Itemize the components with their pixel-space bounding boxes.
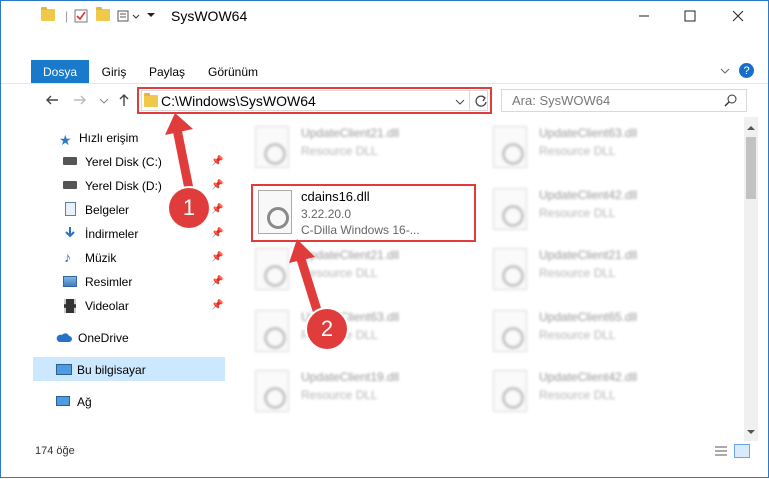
callout-badge-1: 1 <box>169 188 209 228</box>
callout-arrows <box>165 113 326 325</box>
explorer-window: | SysWOW64 Dosya Giriş Paylaş Görünüm ? <box>0 0 769 478</box>
callout-badge-2: 2 <box>307 309 347 349</box>
